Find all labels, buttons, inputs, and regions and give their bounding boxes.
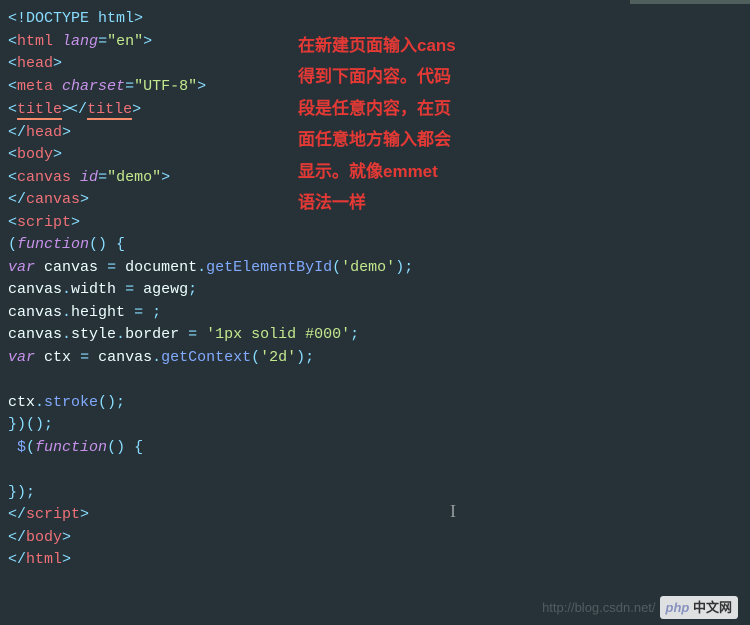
code-line-doctype: <!DOCTYPE html> xyxy=(8,8,742,31)
code-line-var-ctx: var ctx = canvas.getContext('2d'); xyxy=(8,347,742,370)
code-line-jquery-open: $(function() { xyxy=(8,437,742,460)
annotation-line: 语法一样 xyxy=(298,187,518,218)
code-line-var-canvas: var canvas = document.getElementById('de… xyxy=(8,257,742,280)
code-line-body-close: </body> xyxy=(8,527,742,550)
watermark-logo: php 中文网 xyxy=(660,596,738,620)
code-editor[interactable]: <!DOCTYPE html> <html lang="en"> <head> … xyxy=(0,8,750,572)
annotation-line: 得到下面内容。代码 xyxy=(298,61,518,92)
code-line-border: canvas.style.border = '1px solid #000'; xyxy=(8,324,742,347)
code-line-width: canvas.width = agewg; xyxy=(8,279,742,302)
code-line-blank xyxy=(8,369,742,392)
code-line-height: canvas.height = ; xyxy=(8,302,742,325)
annotation-overlay: 在新建页面输入cans 得到下面内容。代码 段是任意内容，在页 面任意地方输入都… xyxy=(298,30,518,219)
minimap-indicator xyxy=(630,0,750,4)
code-line-stroke: ctx.stroke(); xyxy=(8,392,742,415)
watermark-url: http://blog.csdn.net/ xyxy=(542,598,655,618)
annotation-line: 面任意地方输入都会 xyxy=(298,124,518,155)
code-line-iife-close: })(); xyxy=(8,414,742,437)
annotation-line: 在新建页面输入cans xyxy=(298,30,518,61)
code-line-script-close: </script> xyxy=(8,504,742,527)
code-line-jquery-close: }); xyxy=(8,482,742,505)
code-line-blank2 xyxy=(8,459,742,482)
code-line-html-close: </html> xyxy=(8,549,742,572)
code-line-iife-open: (function() { xyxy=(8,234,742,257)
annotation-line: 显示。就像emmet xyxy=(298,156,518,187)
ibeam-cursor-icon: I xyxy=(450,498,456,525)
annotation-line: 段是任意内容，在页 xyxy=(298,93,518,124)
watermark: http://blog.csdn.net/ php 中文网 xyxy=(542,596,738,620)
